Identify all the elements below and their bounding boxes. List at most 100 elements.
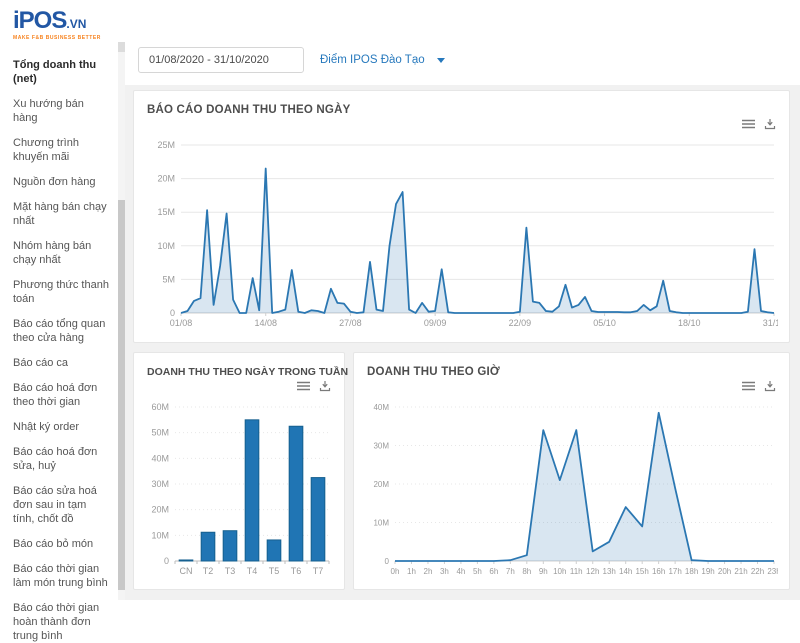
export-icon[interactable] <box>319 380 331 392</box>
svg-text:30M: 30M <box>373 442 389 451</box>
svg-text:27/08: 27/08 <box>339 318 362 328</box>
svg-text:5h: 5h <box>473 567 482 576</box>
svg-text:3h: 3h <box>440 567 449 576</box>
sidebar-item[interactable]: Nhóm hàng bán chạy nhất <box>13 239 109 267</box>
svg-text:25M: 25M <box>157 140 175 150</box>
date-range-input[interactable] <box>138 47 304 73</box>
svg-text:6h: 6h <box>489 567 498 576</box>
revenue-by-day-title: BÁO CÁO DOANH THU THEO NGÀY <box>134 91 789 116</box>
top-bar: Điểm IPOS Đào Tạo <box>125 0 800 85</box>
sidebar-item[interactable]: Báo cáo bỏ món <box>13 537 109 551</box>
chevron-down-icon <box>437 58 445 63</box>
svg-text:14h: 14h <box>619 567 632 576</box>
svg-text:CN: CN <box>180 566 193 576</box>
svg-text:20h: 20h <box>718 567 731 576</box>
svg-text:4h: 4h <box>456 567 465 576</box>
svg-text:T7: T7 <box>313 566 324 576</box>
revenue-by-weekday-title: DOANH THU THEO NGÀY TRONG TUẦN <box>134 353 344 378</box>
svg-text:7h: 7h <box>506 567 515 576</box>
svg-text:8h: 8h <box>522 567 531 576</box>
svg-text:09/09: 09/09 <box>424 318 447 328</box>
svg-text:40M: 40M <box>373 403 389 412</box>
revenue-by-day-card: BÁO CÁO DOANH THU THEO NGÀY 0 5M 10M 15M 20M… <box>133 90 790 343</box>
sidebar-item[interactable]: Báo cáo sửa hoá đơn sau in tạm tính, chố… <box>13 484 109 526</box>
svg-text:21h: 21h <box>734 567 747 576</box>
sidebar-scrollbar[interactable] <box>118 42 125 600</box>
store-selector-dropdown[interactable]: Điểm IPOS Đào Tạo <box>320 54 445 66</box>
menu-icon[interactable] <box>742 381 755 391</box>
svg-text:17h: 17h <box>668 567 681 576</box>
svg-text:14/08: 14/08 <box>254 318 277 328</box>
export-icon[interactable] <box>764 380 776 392</box>
svg-text:T3: T3 <box>225 566 236 576</box>
svg-text:13h: 13h <box>603 567 616 576</box>
svg-text:0: 0 <box>164 556 169 566</box>
sidebar-item[interactable]: Báo cáo thời gian hoàn thành đơn trung b… <box>13 601 109 643</box>
svg-text:10M: 10M <box>373 519 389 528</box>
sidebar-nav: Tổng doanh thu (net) Xu hướng bán hàng Chư… <box>0 58 125 643</box>
svg-text:0: 0 <box>385 557 390 566</box>
sidebar-item[interactable]: Nguồn đơn hàng <box>13 175 109 189</box>
svg-text:15M: 15M <box>157 207 175 217</box>
svg-text:50M: 50M <box>151 428 169 438</box>
svg-text:0: 0 <box>170 308 175 318</box>
menu-icon[interactable] <box>297 381 310 391</box>
svg-text:20M: 20M <box>151 505 169 515</box>
sidebar-item[interactable]: Xu hướng bán hàng <box>13 97 109 125</box>
svg-text:18/10: 18/10 <box>678 318 701 328</box>
svg-text:1h: 1h <box>407 567 416 576</box>
svg-text:19h: 19h <box>701 567 714 576</box>
sidebar-item[interactable]: Báo cáo ca <box>13 356 109 370</box>
export-icon[interactable] <box>764 118 776 130</box>
store-selector-label: Điểm IPOS Đào Tạo <box>320 54 425 66</box>
sidebar-item[interactable]: Phương thức thanh toán <box>13 278 109 306</box>
revenue-by-weekday-card: DOANH THU THEO NGÀY TRONG TUẦN 0 10M 20M 30… <box>133 352 345 590</box>
svg-text:T2: T2 <box>203 566 214 576</box>
svg-text:10M: 10M <box>157 241 175 251</box>
svg-text:20M: 20M <box>373 480 389 489</box>
svg-text:T6: T6 <box>291 566 302 576</box>
svg-text:2h: 2h <box>424 567 433 576</box>
svg-text:T4: T4 <box>247 566 258 576</box>
svg-text:10M: 10M <box>151 530 169 540</box>
svg-text:16h: 16h <box>652 567 665 576</box>
sidebar-item[interactable]: Nhật ký order <box>13 420 109 434</box>
sidebar-item[interactable]: Tổng doanh thu (net) <box>13 58 109 86</box>
sidebar-item[interactable]: Báo cáo thời gian làm món trung bình <box>13 562 109 590</box>
menu-icon[interactable] <box>742 119 755 129</box>
sidebar-item[interactable]: Chương trình khuyến mãi <box>13 136 109 164</box>
scrollbar-thumb[interactable] <box>118 200 125 590</box>
sidebar-item[interactable]: Báo cáo tổng quan theo cửa hàng <box>13 317 109 345</box>
svg-text:40M: 40M <box>151 453 169 463</box>
sidebar-item[interactable]: Báo cáo hoá đơn sửa, huỷ <box>13 445 109 473</box>
svg-text:30M: 30M <box>151 479 169 489</box>
revenue-by-weekday-chart: 0 10M 20M 30M 40M 50M 60M CN T2 T3 T4 T5 T6 T7 <box>147 397 333 583</box>
svg-text:22/09: 22/09 <box>509 318 532 328</box>
brand-logo-text: iPOS.VN <box>13 9 125 33</box>
svg-text:01/08: 01/08 <box>170 318 193 328</box>
svg-text:15h: 15h <box>635 567 648 576</box>
revenue-by-hour-chart: 010M20M30M40M0h1h2h3h4h5h6h7h8h9h10h11h1… <box>367 397 778 583</box>
brand-tagline: MAKE F&B BUSINESS BETTER <box>13 35 125 41</box>
svg-text:20M: 20M <box>157 174 175 184</box>
svg-text:5M: 5M <box>162 274 175 284</box>
revenue-by-hour-card: DOANH THU THEO GIỜ 010M20M30M40M0h1h2h3h… <box>353 352 790 590</box>
svg-text:11h: 11h <box>570 567 583 576</box>
svg-text:60M: 60M <box>151 402 169 412</box>
revenue-by-day-chart: 0 5M 10M 15M 20M 25M 01/08 14/08 27/08 09/09 22/09… <box>147 135 778 335</box>
svg-text:0h: 0h <box>391 567 400 576</box>
svg-text:10h: 10h <box>553 567 566 576</box>
svg-text:9h: 9h <box>539 567 548 576</box>
svg-text:T5: T5 <box>269 566 280 576</box>
sidebar-item[interactable]: Báo cáo hoá đơn theo thời gian <box>13 381 109 409</box>
sidebar-item[interactable]: Mặt hàng bán chạy nhất <box>13 200 109 228</box>
svg-text:22h: 22h <box>751 567 764 576</box>
dashboard-content: BÁO CÁO DOANH THU THEO NGÀY 0 5M 10M 15M 20M… <box>125 85 800 600</box>
brand-logo: iPOS.VN MAKE F&B BUSINESS BETTER <box>0 0 125 41</box>
svg-text:23h: 23h <box>767 567 778 576</box>
svg-text:18h: 18h <box>685 567 698 576</box>
sidebar: iPOS.VN MAKE F&B BUSINESS BETTER Tổng do… <box>0 0 125 600</box>
svg-text:12h: 12h <box>586 567 599 576</box>
svg-text:31/10: 31/10 <box>763 318 778 328</box>
scrollbar-up-button[interactable] <box>118 42 125 52</box>
